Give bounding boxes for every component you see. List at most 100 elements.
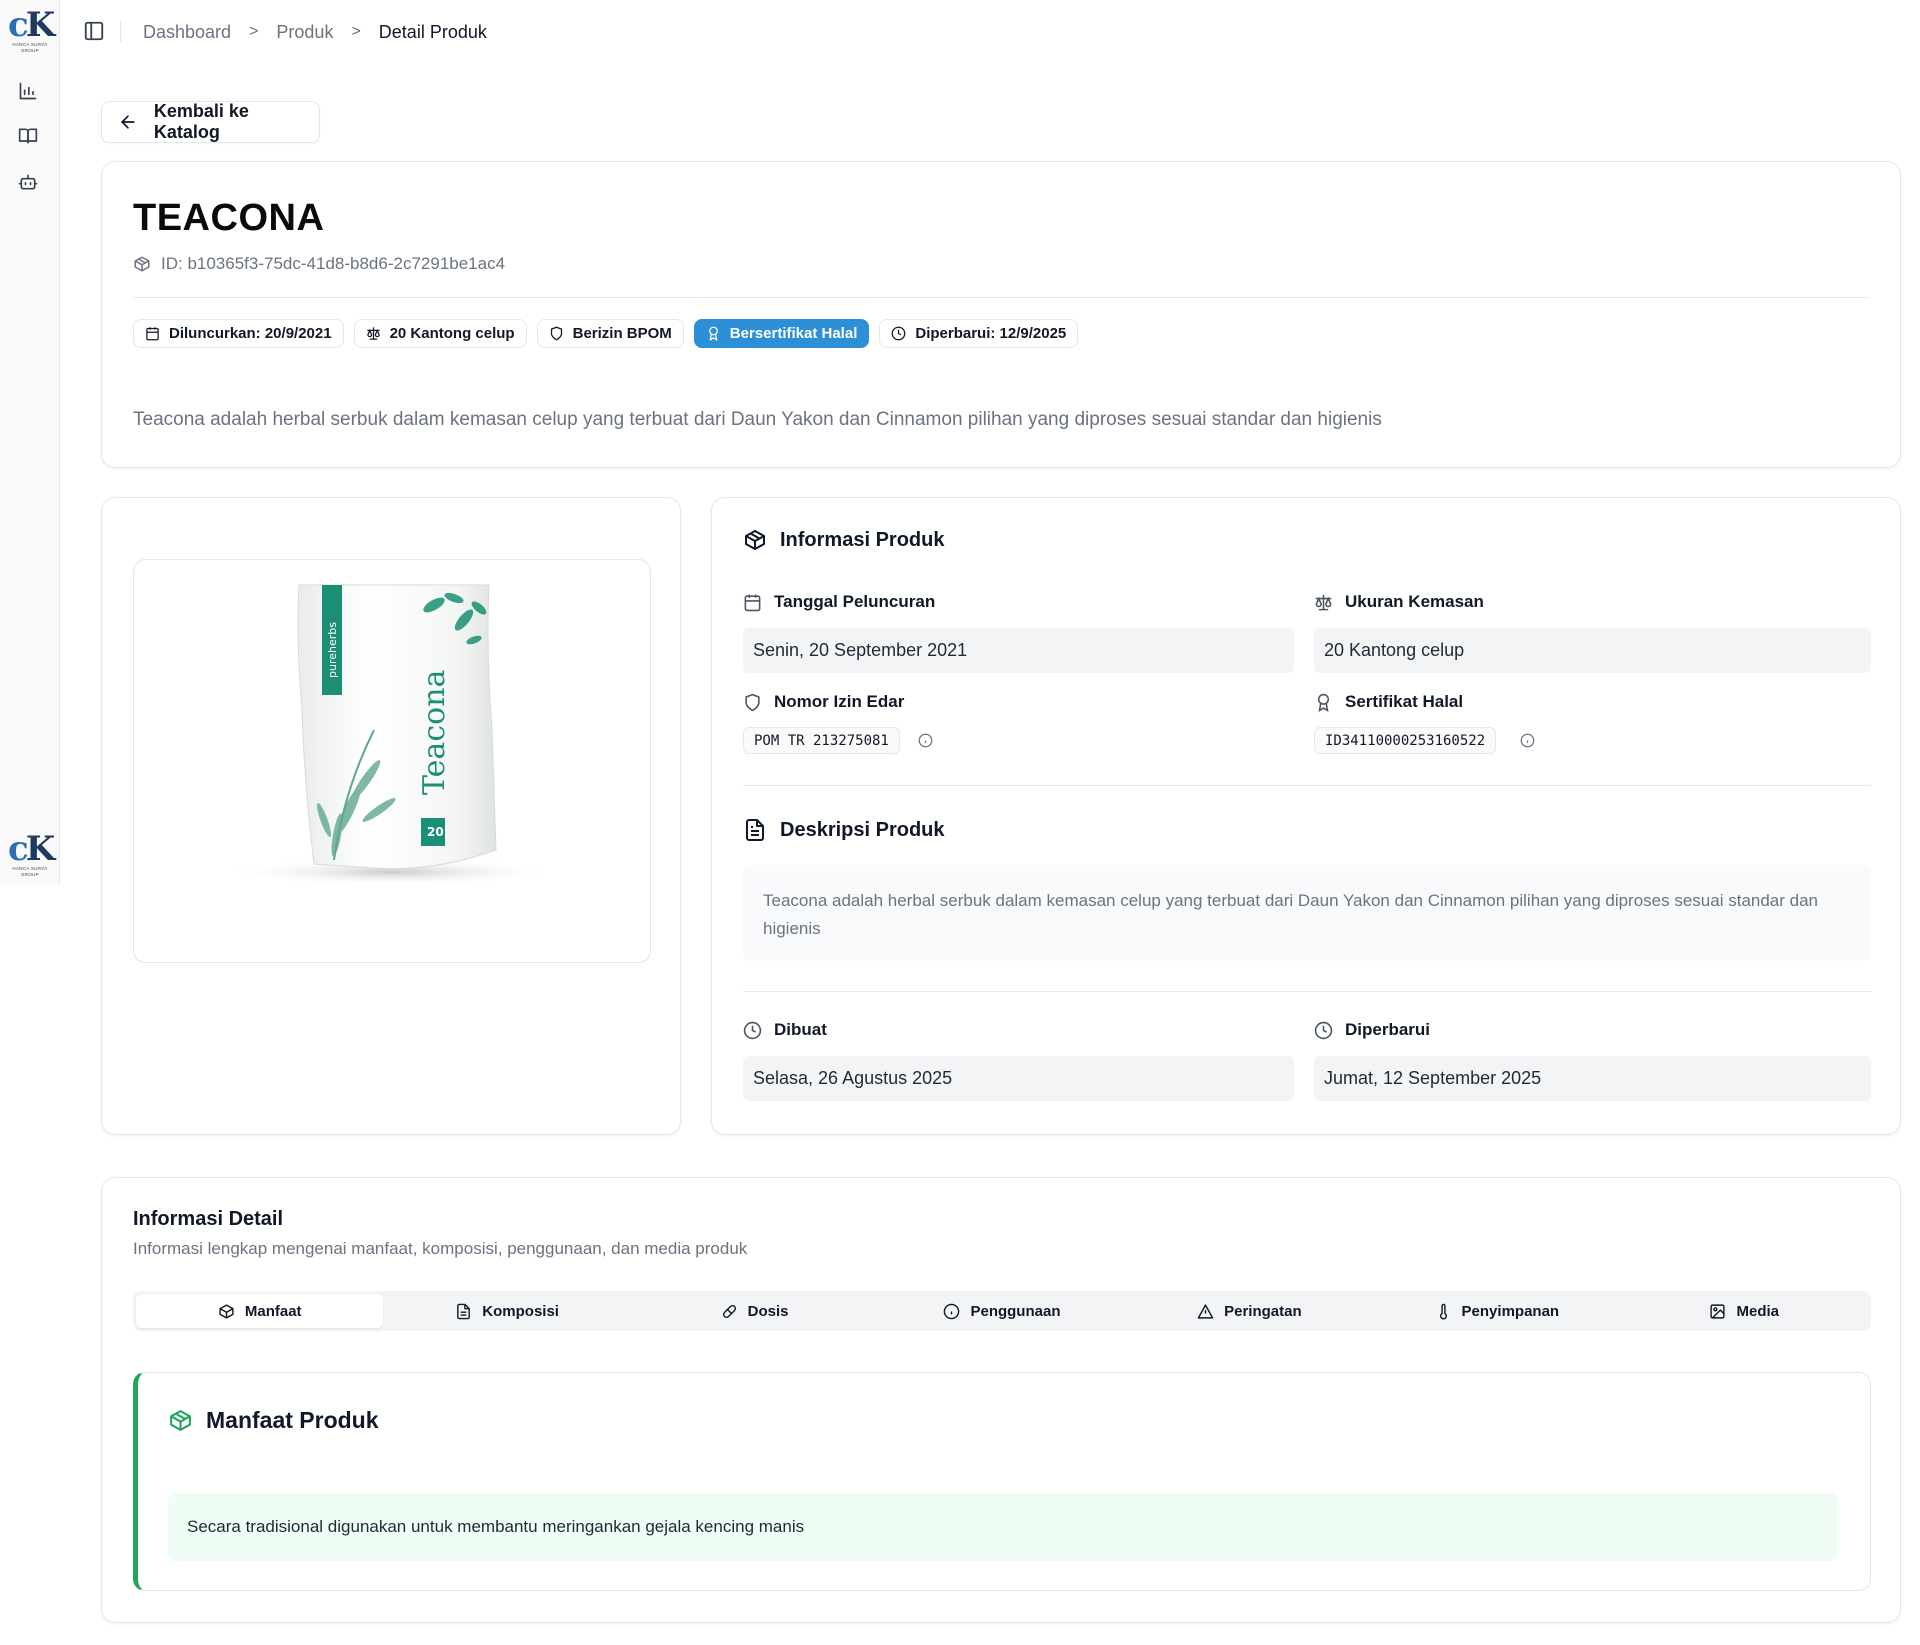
breadcrumb-dashboard[interactable]: Dashboard — [143, 22, 231, 43]
clock-icon — [1314, 1021, 1333, 1039]
created-label: Dibuat — [743, 1020, 827, 1040]
back-button-label: Kembali ke Katalog — [153, 101, 249, 142]
image-icon — [1710, 1303, 1726, 1319]
halal-badge: Bersertifikat Halal — [693, 319, 870, 348]
field-label: Ukuran Kemasan — [1345, 592, 1484, 611]
divider — [743, 785, 1871, 786]
pill-icon — [722, 1304, 736, 1318]
updated-label: Diperbarui — [1314, 1020, 1430, 1040]
clock-icon — [743, 1021, 762, 1039]
scale-icon — [1315, 594, 1332, 610]
award-icon — [1317, 693, 1330, 712]
divider — [743, 991, 1871, 992]
permit-code[interactable]: POM TR 213275081 — [743, 727, 900, 754]
package-size-label: Ukuran Kemasan — [1314, 592, 1484, 612]
product-image[interactable]: pureherbs Teacona 20 — [133, 559, 651, 963]
header-divider — [120, 20, 121, 42]
tab-manfaat[interactable]: Manfaat — [136, 1294, 384, 1328]
chart-icon[interactable] — [18, 81, 42, 105]
benefit-item: Secara tradisional digunakan untuk memba… — [168, 1493, 1838, 1561]
calendar-icon — [146, 327, 159, 341]
back-to-catalog-button[interactable]: Kembali ke Katalog — [101, 101, 320, 143]
divider — [133, 297, 1869, 298]
size-badge: 20 Kantong celup — [353, 319, 527, 348]
detail-tabs: Manfaat Komposisi Dosis Penggunaan Perin… — [133, 1291, 1871, 1331]
description-title: Deskripsi Produk — [743, 818, 945, 842]
file-icon — [457, 1303, 471, 1319]
tab-label: Manfaat — [244, 1302, 302, 1320]
field-label: Diperbarui — [1345, 1020, 1431, 1039]
package-size-value: 20 Kantong celup — [1314, 628, 1871, 673]
sidebar-toggle-icon[interactable] — [83, 20, 105, 42]
info-icon — [944, 1303, 960, 1319]
field-label: Sertifikat Halal — [1345, 692, 1464, 711]
product-id: ID: b10365f3-75dc-41d8-b8d6-2c7291be1ac4 — [133, 254, 505, 274]
benefit-title-label: Manfaat Produk — [206, 1407, 379, 1433]
breadcrumb: Dashboard > Produk > Detail Produk — [143, 20, 487, 44]
tab-media[interactable]: Media — [1621, 1294, 1868, 1328]
field-label: Tanggal Peluncuran — [774, 592, 936, 611]
company-logo[interactable]: cK HANCA SURYA GROUP — [8, 8, 55, 54]
package-icon — [745, 530, 765, 550]
breadcrumb-current: Detail Produk — [378, 21, 487, 42]
product-image-card: pureherbs Teacona 20 — [101, 497, 681, 1135]
box-icon — [170, 1410, 191, 1431]
book-icon[interactable] — [18, 126, 42, 150]
launch-badge: Diluncurkan: 20/9/2021 — [133, 319, 344, 348]
product-header-card: TEACONA ID: b10365f3-75dc-41d8-b8d6-2c72… — [101, 161, 1901, 468]
field-label: Dibuat — [774, 1020, 827, 1039]
badge-label: 20 Kantong celup — [389, 325, 515, 342]
tab-label: Media — [1736, 1302, 1779, 1320]
box-icon — [219, 1303, 234, 1319]
field-label: Nomor Izin Edar — [774, 692, 905, 711]
product-summary: Teacona adalah herbal serbuk dalam kemas… — [133, 409, 1382, 430]
tab-penyimpanan[interactable]: Penyimpanan — [1373, 1294, 1620, 1328]
company-logo-footer: cK HANCA SURYA GROUP — [8, 829, 55, 877]
breadcrumb-separator: > — [351, 23, 361, 40]
launch-date-label: Tanggal Peluncuran — [743, 592, 935, 612]
badge-label: Diperbarui: 12/9/2025 — [915, 325, 1067, 342]
tab-dosis[interactable]: Dosis — [631, 1294, 878, 1328]
description-text: Teacona adalah herbal serbuk dalam kemas… — [743, 865, 1871, 961]
product-id-text: ID: b10365f3-75dc-41d8-b8d6-2c7291be1ac4 — [161, 254, 506, 273]
badge-label: Diluncurkan: 20/9/2021 — [169, 325, 332, 342]
info-icon[interactable] — [1520, 733, 1535, 748]
warning-icon — [1197, 1303, 1214, 1319]
breadcrumb-produk[interactable]: Produk — [276, 22, 333, 43]
detail-title: Informasi Detail — [133, 1208, 284, 1230]
tab-peringatan[interactable]: Peringatan — [1126, 1294, 1373, 1328]
thermometer-icon — [1439, 1303, 1447, 1319]
award-icon — [708, 326, 718, 341]
file-text-icon — [746, 819, 764, 841]
benefit-panel: Manfaat Produk Secara tradisional diguna… — [133, 1372, 1871, 1591]
tab-komposisi[interactable]: Komposisi — [383, 1294, 630, 1328]
bpom-badge: Berizin BPOM — [536, 319, 684, 348]
detail-subtitle: Informasi lengkap mengenai manfaat, komp… — [133, 1239, 748, 1258]
product-name: TEACONA — [133, 197, 325, 239]
updated-badge: Diperbarui: 12/9/2025 — [879, 319, 1079, 348]
tab-label: Penggunaan — [970, 1302, 1061, 1320]
tab-label: Peringatan — [1224, 1302, 1302, 1320]
package-icon — [134, 256, 150, 272]
detail-info-card: Informasi Detail Informasi lengkap menge… — [101, 1177, 1901, 1623]
tab-label: Penyimpanan — [1461, 1302, 1560, 1320]
halal-cert-label: Sertifikat Halal — [1314, 692, 1463, 712]
info-icon[interactable] — [918, 733, 933, 748]
badge-row: Diluncurkan: 20/9/2021 20 Kantong celup … — [133, 319, 1079, 348]
breadcrumb-separator: > — [249, 23, 259, 40]
bot-icon[interactable] — [18, 172, 42, 196]
badge-label: Berizin BPOM — [572, 325, 672, 342]
halal-cert-code[interactable]: ID34110000253160522 — [1314, 727, 1497, 754]
scale-icon — [366, 327, 380, 340]
brand-name-text: Teacona — [417, 669, 452, 795]
description-title-label: Deskripsi Produk — [780, 818, 945, 841]
info-title-label: Informasi Produk — [780, 528, 945, 551]
permit-label: Nomor Izin Edar — [743, 692, 904, 712]
tab-label: Komposisi — [482, 1302, 559, 1320]
shield-icon — [745, 693, 760, 711]
sidebar: cK HANCA SURYA GROUP cK HANCA SURYA GROU… — [0, 0, 60, 885]
tab-label: Dosis — [747, 1302, 789, 1320]
launch-date-value: Senin, 20 September 2021 — [743, 628, 1294, 673]
brand-side-text: pureherbs — [326, 622, 339, 678]
tab-penggunaan[interactable]: Penggunaan — [878, 1294, 1125, 1328]
